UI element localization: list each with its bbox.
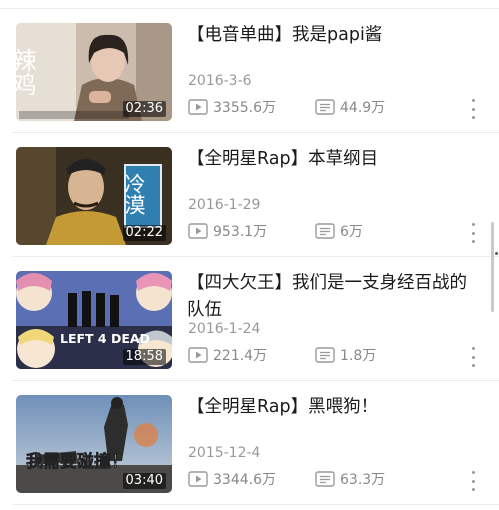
- danmaku-count-value: 44.9万: [340, 100, 386, 116]
- item-divider: [12, 504, 499, 505]
- video-title[interactable]: 【全明星Rap】本草纲目: [187, 146, 477, 173]
- video-item[interactable]: 辣鸡 02:36 【电音单曲】我是papi酱 2016-3-6 3355.6万 …: [0, 9, 499, 133]
- play-count-value: 3355.6万: [213, 100, 276, 116]
- more-icon[interactable]: [466, 471, 480, 491]
- play-count-icon: [188, 471, 208, 487]
- thumbnail-caption: 我需要碰撞！: [26, 451, 128, 472]
- play-count-value: 3344.6万: [213, 472, 276, 488]
- video-thumbnail[interactable]: 辣鸡 02:36: [16, 23, 172, 121]
- danmaku-count-value: 63.3万: [340, 472, 386, 488]
- danmaku-count-value: 1.8万: [340, 348, 377, 364]
- video-thumbnail[interactable]: 我需要碰撞！ 03:40: [16, 395, 172, 493]
- video-item[interactable]: 冷漠 02:22 【全明星Rap】本草纲目 2016-1-29 953.1万 6…: [0, 133, 499, 257]
- thumbnail-caption: LEFT 4 DEAD: [60, 331, 150, 346]
- danmaku-count: 44.9万: [315, 97, 385, 117]
- upload-date: 2016-1-24: [188, 321, 261, 337]
- danmaku-count: 63.3万: [315, 469, 385, 489]
- more-icon[interactable]: [466, 347, 480, 367]
- play-count: 221.4万: [188, 345, 267, 365]
- video-title[interactable]: 【四大欠王】我们是一支身经百战的队伍: [187, 270, 477, 324]
- upload-date: 2016-1-29: [188, 197, 261, 213]
- video-thumbnail[interactable]: 冷漠 02:22: [16, 147, 172, 245]
- play-count-icon: [188, 99, 208, 115]
- play-count-icon: [188, 347, 208, 363]
- danmaku-count: 1.8万: [315, 345, 376, 365]
- danmaku-icon: [315, 223, 335, 239]
- more-icon[interactable]: [466, 99, 480, 119]
- duration-badge: 02:22: [122, 225, 166, 241]
- danmaku-count: 6万: [315, 221, 363, 241]
- thumbnail-caption: 辣鸡: [16, 48, 36, 96]
- upload-date: 2015-12-4: [188, 445, 261, 461]
- duration-badge: 18:58: [122, 349, 166, 365]
- danmaku-count-value: 6万: [340, 224, 363, 240]
- video-thumbnail[interactable]: LEFT 4 DEAD 18:58: [16, 271, 172, 369]
- video-title[interactable]: 【全明星Rap】黑喂狗！: [187, 394, 477, 421]
- danmaku-icon: [315, 347, 335, 363]
- upload-date: 2016-3-6: [188, 73, 252, 89]
- play-count: 3344.6万: [188, 469, 276, 489]
- video-item[interactable]: LEFT 4 DEAD 18:58 【四大欠王】我们是一支身经百战的队伍 201…: [0, 257, 499, 381]
- scrollbar[interactable]: [491, 222, 494, 312]
- play-count-value: 953.1万: [213, 224, 268, 240]
- video-title[interactable]: 【电音单曲】我是papi酱: [187, 22, 477, 49]
- duration-badge: 03:40: [122, 473, 166, 489]
- play-count: 953.1万: [188, 221, 267, 241]
- play-count-icon: [188, 223, 208, 239]
- danmaku-icon: [315, 471, 335, 487]
- scroll-indicator-dot: [495, 252, 498, 255]
- video-item[interactable]: 我需要碰撞！ 03:40 【全明星Rap】黑喂狗！ 2015-12-4 3344…: [0, 381, 499, 505]
- thumbnail-caption: 冷漠: [122, 173, 146, 215]
- play-count-value: 221.4万: [213, 348, 268, 364]
- danmaku-icon: [315, 99, 335, 115]
- duration-badge: 02:36: [122, 101, 166, 117]
- more-icon[interactable]: [466, 223, 480, 243]
- play-count: 3355.6万: [188, 97, 276, 117]
